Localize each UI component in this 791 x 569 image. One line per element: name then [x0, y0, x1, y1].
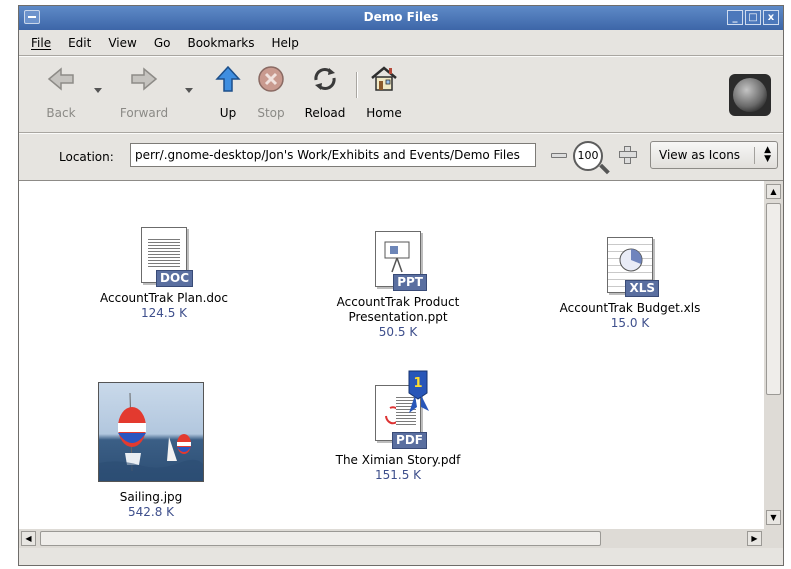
zoom-out-icon[interactable] [551, 153, 567, 158]
scroll-left-icon[interactable]: ◀ [21, 531, 36, 546]
file-type-badge: PDF [392, 432, 427, 449]
file-size: 15.0 K [610, 316, 650, 330]
reload-button[interactable]: Reload [301, 64, 349, 120]
scroll-down-icon[interactable]: ▼ [766, 510, 781, 525]
menubar-separator [19, 55, 783, 57]
reload-icon [310, 64, 340, 94]
sailing-photo-thumbnail [98, 382, 204, 482]
menu-bookmarks[interactable]: Bookmarks [187, 32, 263, 54]
file-name: Sailing.jpg [119, 490, 183, 504]
title-bar[interactable]: Demo Files _ □ x [19, 6, 783, 30]
menu-file[interactable]: File [31, 32, 60, 54]
maximize-button[interactable]: □ [745, 10, 761, 25]
menu-go[interactable]: Go [154, 32, 180, 54]
file-name: AccountTrak Product Presentation.ppt [336, 295, 460, 324]
stop-button[interactable]: Stop [253, 64, 289, 120]
file-item[interactable]: 1 PDF The Ximian Story.pdf 151.5 K [328, 369, 468, 482]
file-type-badge: XLS [625, 280, 659, 297]
home-label: Home [366, 106, 402, 120]
stop-label: Stop [257, 106, 285, 120]
toolbar: Back Forward Up Stop Reload Home [19, 58, 783, 130]
minimize-button[interactable]: _ [727, 10, 743, 25]
view-as-label: View as Icons [659, 148, 741, 162]
file-type-badge: PPT [393, 274, 427, 291]
back-label: Back [46, 106, 76, 120]
view-as-select[interactable]: View as Icons ▲ ▼ [650, 141, 778, 169]
arrow-left-icon [46, 64, 76, 94]
reload-label: Reload [304, 106, 346, 120]
menu-edit[interactable]: Edit [68, 32, 100, 54]
stop-icon [256, 64, 286, 94]
horizontal-scrollbar[interactable]: ◀ ▶ [19, 529, 783, 548]
file-manager-window: Demo Files _ □ x File Edit View Go Bookm… [18, 5, 784, 566]
zoom-in-icon[interactable] [617, 144, 637, 164]
file-type-badge: DOC [156, 270, 193, 287]
file-size: 151.5 K [374, 468, 422, 482]
location-label: Location: [59, 150, 114, 164]
word-document-icon: DOC [135, 225, 193, 291]
forward-button[interactable]: Forward [117, 64, 171, 120]
menu-bar: File Edit View Go Bookmarks Help [19, 32, 783, 54]
vertical-scrollbar[interactable]: ▲ ▼ [764, 180, 783, 529]
home-icon [369, 64, 399, 94]
file-name: AccountTrak Budget.xls [559, 301, 701, 315]
presentation-icon: PPT [369, 229, 427, 295]
back-history-chevron-down-icon[interactable] [94, 88, 102, 93]
file-name: The Ximian Story.pdf [335, 453, 461, 467]
vertical-scroll-thumb[interactable] [766, 203, 781, 395]
file-item[interactable]: XLS AccountTrak Budget.xls 15.0 K [550, 235, 710, 330]
scroll-right-icon[interactable]: ▶ [747, 531, 762, 546]
home-button[interactable]: Home [362, 64, 406, 120]
back-button[interactable]: Back [41, 64, 81, 120]
file-item[interactable]: DOC AccountTrak Plan.doc 124.5 K [89, 225, 239, 320]
menu-view[interactable]: View [108, 32, 145, 54]
file-item[interactable]: PPT AccountTrak Product Presentation.ppt… [323, 229, 473, 339]
location-input[interactable]: perr/.gnome-desktop/Jon's Work/Exhibits … [130, 143, 536, 167]
emblem-number: 1 [413, 376, 422, 391]
horizontal-scroll-thumb[interactable] [40, 531, 601, 546]
close-button[interactable]: x [763, 10, 779, 25]
magnifier-handle [599, 163, 610, 175]
forward-label: Forward [119, 106, 169, 120]
status-bar [19, 550, 783, 566]
arrow-up-icon [213, 64, 243, 94]
activity-throbber-icon [729, 74, 771, 116]
file-size: 542.8 K [127, 505, 175, 519]
file-item[interactable]: Sailing.jpg 542.8 K [93, 382, 209, 519]
arrow-right-icon [129, 64, 159, 94]
up-label: Up [219, 106, 237, 120]
spreadsheet-icon: XLS [601, 235, 659, 301]
menu-help[interactable]: Help [272, 32, 308, 54]
up-button[interactable]: Up [212, 64, 244, 120]
file-size: 124.5 K [140, 306, 188, 320]
file-size: 50.5 K [378, 325, 418, 339]
updown-chevron-icon: ▲ ▼ [764, 145, 771, 164]
toolbar-separator [356, 72, 358, 98]
file-view-area[interactable]: DOC AccountTrak Plan.doc 124.5 K PPT Acc… [19, 180, 764, 529]
location-bar: Location: perr/.gnome-desktop/Jon's Work… [19, 136, 783, 176]
select-divider [754, 147, 755, 164]
emblem-ribbon-icon: 1 [405, 369, 429, 413]
toolbar-separator-bottom [19, 132, 783, 134]
file-name: AccountTrak Plan.doc [100, 291, 228, 305]
pdf-document-icon: 1 PDF [369, 369, 429, 453]
scroll-up-icon[interactable]: ▲ [766, 184, 781, 199]
window-title: Demo Files [363, 10, 439, 24]
forward-history-chevron-down-icon[interactable] [185, 88, 193, 93]
